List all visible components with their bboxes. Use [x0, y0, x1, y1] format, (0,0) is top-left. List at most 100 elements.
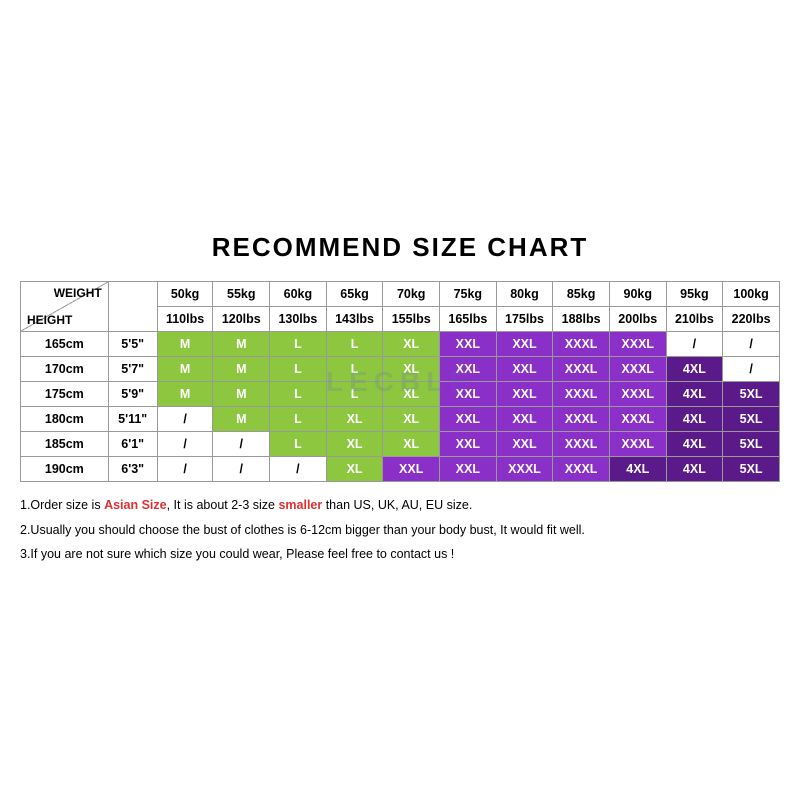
size-cell: 5XL	[723, 457, 780, 482]
size-cell: L	[326, 382, 383, 407]
size-cell: /	[157, 432, 213, 457]
size-cell: XL	[383, 357, 440, 382]
ft-label-0: 5'5"	[108, 332, 157, 357]
ft-label-3: 5'11"	[108, 407, 157, 432]
size-cell: XXXL	[496, 457, 553, 482]
weight-header-10: 100kg	[723, 282, 780, 307]
size-cell: /	[666, 332, 723, 357]
size-cell: XXXL	[553, 382, 610, 407]
size-cell: L	[270, 332, 327, 357]
size-cell: /	[213, 432, 270, 457]
size-cell: L	[326, 357, 383, 382]
lbs-header-9: 210lbs	[666, 307, 723, 332]
note-3: 3.If you are not sure which size you cou…	[20, 543, 780, 566]
size-cell: XL	[383, 432, 440, 457]
size-cell: XL	[383, 407, 440, 432]
size-cell: XXL	[496, 432, 553, 457]
size-cell: 5XL	[723, 407, 780, 432]
size-cell: XXL	[496, 407, 553, 432]
size-cell: L	[270, 382, 327, 407]
cm-label-2: 175cm	[21, 382, 109, 407]
size-cell: L	[270, 357, 327, 382]
corner-height-label: HEIGHT	[27, 313, 72, 327]
size-chart-wrapper: LECBLE WEIGHTHEIGHT50kg55kg60kg65kg70kg7…	[20, 281, 780, 482]
size-cell: /	[157, 457, 213, 482]
size-cell: 4XL	[666, 382, 723, 407]
size-cell: XXL	[496, 357, 553, 382]
size-cell: XL	[383, 382, 440, 407]
cm-label-0: 165cm	[21, 332, 109, 357]
size-cell: XXXL	[553, 457, 610, 482]
weight-header-8: 90kg	[609, 282, 666, 307]
lbs-header-3: 143lbs	[326, 307, 383, 332]
size-cell: XXL	[496, 332, 553, 357]
size-cell: M	[213, 357, 270, 382]
size-cell: /	[723, 357, 780, 382]
size-cell: 5XL	[723, 432, 780, 457]
size-cell: XXXL	[553, 407, 610, 432]
size-cell: XXL	[440, 357, 497, 382]
size-cell: XXXL	[609, 357, 666, 382]
cm-label-3: 180cm	[21, 407, 109, 432]
lbs-header-6: 175lbs	[496, 307, 553, 332]
size-chart-table: WEIGHTHEIGHT50kg55kg60kg65kg70kg75kg80kg…	[20, 281, 780, 482]
size-cell: XL	[383, 332, 440, 357]
size-cell: M	[213, 382, 270, 407]
lbs-header-2: 130lbs	[270, 307, 327, 332]
table-row: 165cm5'5"MMLLXLXXLXXLXXXLXXXL//	[21, 332, 780, 357]
ft-label-2: 5'9"	[108, 382, 157, 407]
size-cell: 5XL	[723, 382, 780, 407]
size-cell: XXXL	[609, 382, 666, 407]
size-cell: M	[157, 357, 213, 382]
weight-header-3: 65kg	[326, 282, 383, 307]
size-cell: XXXL	[553, 332, 610, 357]
size-cell: 4XL	[666, 407, 723, 432]
corner-weight-label: WEIGHT	[54, 286, 102, 300]
size-cell: XL	[326, 432, 383, 457]
size-cell: 4XL	[666, 432, 723, 457]
ft-label-5: 6'3"	[108, 457, 157, 482]
note-1-smaller: smaller	[278, 498, 322, 512]
note-1-mid: , It is about 2-3 size	[167, 498, 279, 512]
size-cell: /	[213, 457, 270, 482]
size-cell: /	[723, 332, 780, 357]
size-cell: XXL	[496, 382, 553, 407]
cm-label-4: 185cm	[21, 432, 109, 457]
page-title: RECOMMEND SIZE CHART	[212, 232, 589, 263]
size-cell: M	[213, 407, 270, 432]
size-cell: XXXL	[609, 407, 666, 432]
lbs-header-7: 188lbs	[553, 307, 610, 332]
weight-header-7: 85kg	[553, 282, 610, 307]
lbs-header-10: 220lbs	[723, 307, 780, 332]
lbs-header-1: 120lbs	[213, 307, 270, 332]
size-cell: M	[157, 382, 213, 407]
lbs-header-0: 110lbs	[157, 307, 213, 332]
table-row: 190cm6'3"///XLXXLXXLXXXLXXXL4XL4XL5XL	[21, 457, 780, 482]
size-cell: M	[157, 332, 213, 357]
note-1-after: than US, UK, AU, EU size.	[322, 498, 472, 512]
size-cell: XL	[326, 407, 383, 432]
size-cell: /	[157, 407, 213, 432]
table-row: 170cm5'7"MMLLXLXXLXXLXXXLXXXL4XL/	[21, 357, 780, 382]
table-row: 185cm6'1"//LXLXLXXLXXLXXXLXXXL4XL5XL	[21, 432, 780, 457]
size-cell: XXL	[440, 382, 497, 407]
lbs-header-5: 165lbs	[440, 307, 497, 332]
size-cell: L	[270, 432, 327, 457]
size-cell: XXL	[440, 457, 497, 482]
size-cell: XXXL	[553, 357, 610, 382]
note-1-num: 1.Order size is	[20, 498, 104, 512]
size-cell: XXL	[440, 432, 497, 457]
ft-label-4: 6'1"	[108, 432, 157, 457]
size-cell: 4XL	[666, 457, 723, 482]
table-row: 180cm5'11"/MLXLXLXXLXXLXXXLXXXL4XL5XL	[21, 407, 780, 432]
size-cell: XXXL	[609, 332, 666, 357]
weight-header-4: 70kg	[383, 282, 440, 307]
ft-label-1: 5'7"	[108, 357, 157, 382]
size-cell: L	[326, 332, 383, 357]
cm-label-1: 170cm	[21, 357, 109, 382]
weight-header-1: 55kg	[213, 282, 270, 307]
size-cell: XXL	[440, 407, 497, 432]
size-cell: XXXL	[553, 432, 610, 457]
size-cell: /	[270, 457, 327, 482]
size-cell: 4XL	[609, 457, 666, 482]
